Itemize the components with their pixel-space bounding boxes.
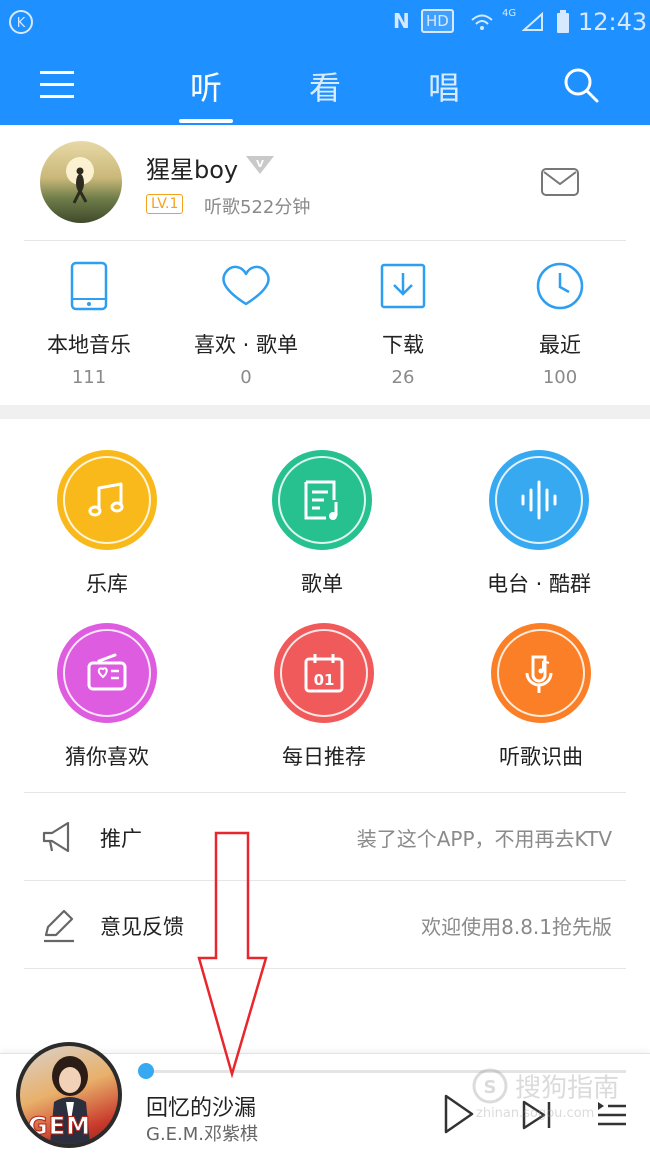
list-item-feedback[interactable]: 意见反馈 欢迎使用8.8.1抢先版 <box>24 881 626 969</box>
runner-silhouette-icon <box>66 157 94 204</box>
quick-count: 111 <box>71 367 107 388</box>
network-type: 4G <box>502 8 517 19</box>
quick-count: 0 <box>240 367 252 388</box>
quick-favorites[interactable]: 喜欢 · 歌单 0 <box>171 255 321 388</box>
avatar[interactable] <box>40 141 122 223</box>
row-value: 装了这个APP，不用再去KTV <box>356 827 612 851</box>
feature-radio[interactable]: 电台 · 酷群 <box>439 450 639 598</box>
clock-time: 12:43 <box>578 8 648 36</box>
quick-label: 本地音乐 <box>47 333 131 357</box>
playlist-icon <box>304 480 338 520</box>
quick-local-music[interactable]: 本地音乐 111 <box>14 255 164 388</box>
progress-knob[interactable] <box>138 1063 154 1079</box>
level-badge: LV.1 <box>146 194 184 214</box>
mic-music-icon <box>525 655 553 693</box>
nfc-indicator: N <box>393 9 410 33</box>
phone-icon <box>70 261 108 311</box>
username[interactable]: 猩星boy <box>146 150 238 185</box>
quick-count: 100 <box>542 367 578 388</box>
megaphone-icon <box>42 821 70 853</box>
album-art-text: GEM <box>28 1112 91 1141</box>
vip-diamond-icon[interactable]: V <box>244 152 276 176</box>
tab-watch[interactable]: 看 <box>285 63 365 109</box>
feature-playlist[interactable]: 歌单 <box>222 450 422 598</box>
quick-count: 26 <box>391 367 415 388</box>
album-art[interactable]: GEM <box>16 1042 122 1148</box>
quick-download[interactable]: 下载 26 <box>328 255 478 388</box>
row-value: 欢迎使用8.8.1抢先版 <box>421 915 612 939</box>
quick-recent[interactable]: 最近 100 <box>485 255 635 388</box>
menu-icon[interactable] <box>40 69 76 101</box>
feature-guess-you-like[interactable]: 猜你喜欢 <box>7 623 207 771</box>
listen-time: 听歌522分钟 <box>204 197 311 218</box>
svg-text:V: V <box>256 159 264 170</box>
hd-indicator: HD <box>421 9 454 33</box>
clock-icon <box>536 262 584 310</box>
row-label: 意见反馈 <box>100 915 184 939</box>
music-note-icon <box>88 482 124 517</box>
feature-label: 每日推荐 <box>282 745 366 769</box>
feature-label: 猜你喜欢 <box>65 745 149 769</box>
next-track-icon[interactable] <box>520 1098 554 1132</box>
svg-text:K: K <box>17 16 26 31</box>
quick-label: 最近 <box>539 333 581 357</box>
tab-listen[interactable]: 听 <box>166 63 246 109</box>
soundwave-icon <box>521 480 557 520</box>
kugou-logo-icon: K <box>9 10 33 34</box>
status-bar: K N HD 4G 12:43 <box>0 0 650 45</box>
progress-track[interactable] <box>144 1070 626 1073</box>
radio-icon <box>87 653 127 691</box>
calendar-icon: 01 <box>304 654 344 693</box>
play-queue-icon[interactable] <box>596 1100 628 1130</box>
feature-daily-recommend[interactable]: 01 每日推荐 <box>224 623 424 771</box>
mail-icon[interactable] <box>540 167 580 197</box>
wifi-icon <box>471 14 493 30</box>
quick-label: 喜欢 · 歌单 <box>193 333 299 357</box>
section-divider <box>0 405 650 419</box>
signal-icon <box>522 12 543 31</box>
feature-label: 听歌识曲 <box>499 745 583 769</box>
tab-active-indicator <box>179 119 233 123</box>
pencil-icon <box>44 909 74 943</box>
battery-icon <box>557 10 569 33</box>
svg-text:01: 01 <box>314 671 335 689</box>
feature-label: 歌单 <box>301 572 343 596</box>
search-icon[interactable] <box>563 67 599 103</box>
feature-label: 乐库 <box>86 572 128 596</box>
list-item-promotion[interactable]: 推广 装了这个APP，不用再去KTV <box>24 793 626 881</box>
feature-song-recognition[interactable]: 听歌识曲 <box>441 623 641 771</box>
feature-library[interactable]: 乐库 <box>7 450 207 598</box>
feature-label: 电台 · 酷群 <box>486 572 592 596</box>
tab-sing[interactable]: 唱 <box>404 63 484 109</box>
row-label: 推广 <box>100 827 142 851</box>
top-nav-bar: 听 看 唱 <box>0 45 650 125</box>
play-icon[interactable] <box>442 1094 476 1134</box>
song-title: 回忆的沙漏 <box>146 1096 257 1121</box>
download-icon <box>380 263 426 309</box>
artist-name: G.E.M.邓紫棋 <box>146 1124 259 1145</box>
heart-icon <box>222 265 270 306</box>
profile-divider <box>24 240 626 241</box>
quick-label: 下载 <box>382 333 424 357</box>
